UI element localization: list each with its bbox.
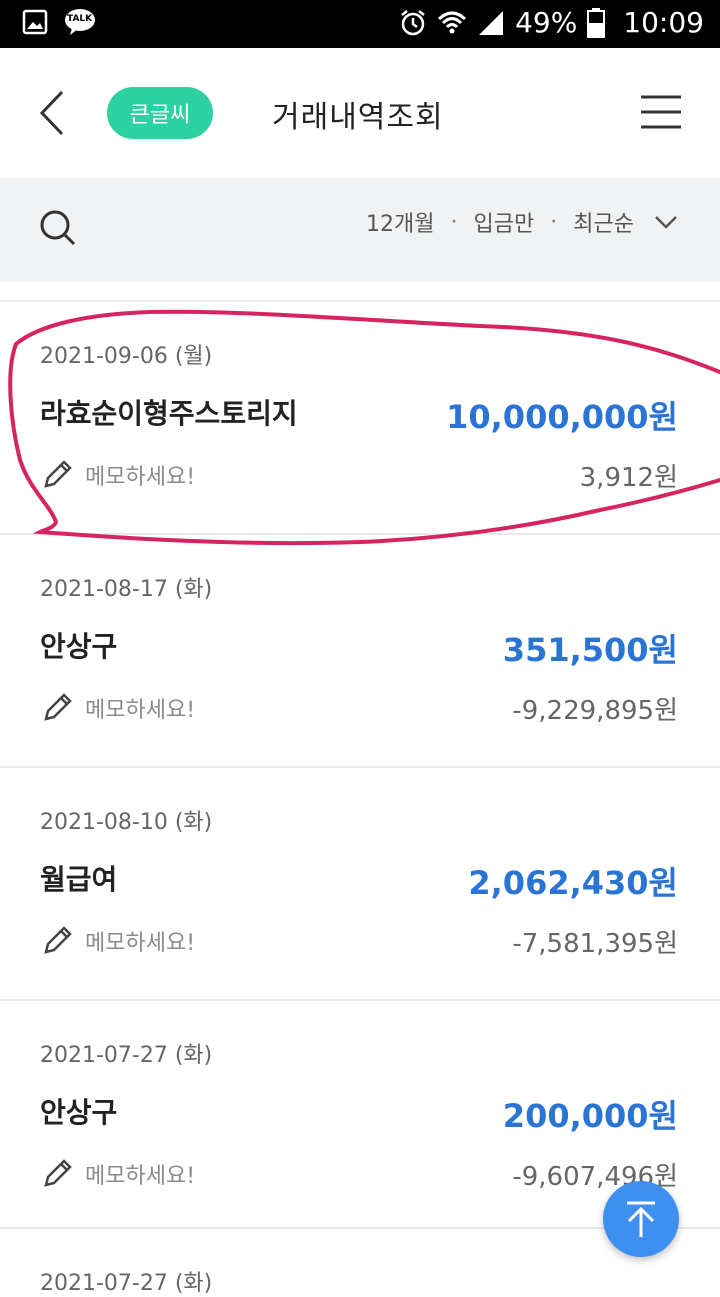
clock: 10:09 <box>623 6 704 39</box>
filter-type: 입금만 <box>473 212 535 237</box>
pencil-icon[interactable] <box>40 1157 74 1191</box>
transaction-name: 안상구 <box>40 630 118 663</box>
chevron-down-icon <box>655 216 677 229</box>
memo-link[interactable]: 메모하세요! <box>85 459 195 491</box>
status-bar: TALK 49% 10:09 <box>0 0 720 48</box>
transaction-list: 2021-09-06 (월) 라효순이형주스토리지 10,000,000원 메모… <box>0 300 720 1232</box>
hamburger-icon <box>641 95 681 129</box>
filter-sort: 최근순 <box>573 212 634 237</box>
transaction-amount: 351,500원 <box>502 631 678 669</box>
transaction-name: 안상구 <box>40 1096 118 1129</box>
large-text-toggle-button[interactable]: 큰글씨 <box>107 87 213 139</box>
pencil-icon[interactable] <box>40 458 74 492</box>
wifi-icon <box>438 11 467 33</box>
transaction-row[interactable]: 2021-08-17 (화) 안상구 351,500원 메모하세요! -9,22… <box>0 533 720 766</box>
scroll-to-top-button[interactable] <box>603 1181 679 1257</box>
app-header: 큰글씨 거래내역조회 <box>0 48 720 178</box>
filter-separator: · <box>450 209 458 235</box>
transaction-date: 2021-08-10 (화) <box>40 810 213 835</box>
kakaotalk-icon: TALK <box>64 8 96 36</box>
alarm-icon <box>401 9 425 35</box>
search-icon <box>40 210 76 246</box>
memo-link[interactable]: 메모하세요! <box>85 692 195 724</box>
arrow-up-icon <box>627 1201 655 1237</box>
memo-link[interactable]: 메모하세요! <box>85 1158 195 1190</box>
pencil-icon[interactable] <box>40 924 74 958</box>
transaction-date: 2021-09-06 (월) <box>40 344 213 369</box>
menu-button[interactable] <box>640 94 682 130</box>
transaction-date: 2021-07-27 (화) <box>40 1271 213 1296</box>
gallery-icon <box>22 9 48 35</box>
transaction-name: 월급여 <box>40 863 118 896</box>
transaction-amount: 200,000원 <box>502 1097 678 1135</box>
transaction-date: 2021-08-17 (화) <box>40 577 213 602</box>
transaction-name: 라효순이형주스토리지 <box>40 397 298 430</box>
transaction-date: 2021-07-27 (화) <box>40 1043 213 1068</box>
talk-label: TALK <box>67 14 93 24</box>
back-button[interactable] <box>34 88 74 138</box>
transaction-row[interactable]: 2021-09-06 (월) 라효순이형주스토리지 10,000,000원 메모… <box>0 300 720 533</box>
filter-separator: · <box>550 209 558 235</box>
filter-period: 12개월 <box>366 212 435 237</box>
battery-icon <box>587 7 606 38</box>
filter-selector[interactable]: 12개월 · 입금만 · 최근순 <box>366 206 678 238</box>
battery-percent: 49% <box>515 6 578 39</box>
pencil-icon[interactable] <box>40 691 74 725</box>
filter-bar: 12개월 · 입금만 · 최근순 <box>0 178 720 282</box>
page-title: 거래내역조회 <box>272 100 444 135</box>
transaction-amount: 10,000,000원 <box>446 398 678 436</box>
transaction-balance: -7,581,395원 <box>512 929 678 959</box>
search-button[interactable] <box>38 208 78 248</box>
chevron-left-icon <box>39 90 64 136</box>
transaction-amount: 2,062,430원 <box>468 864 678 902</box>
signal-icon <box>479 10 504 35</box>
memo-link[interactable]: 메모하세요! <box>85 925 195 957</box>
transaction-balance: 3,912원 <box>579 463 678 493</box>
transaction-row[interactable]: 2021-08-10 (화) 월급여 2,062,430원 메모하세요! -7,… <box>0 766 720 999</box>
transaction-balance: -9,229,895원 <box>512 696 678 726</box>
